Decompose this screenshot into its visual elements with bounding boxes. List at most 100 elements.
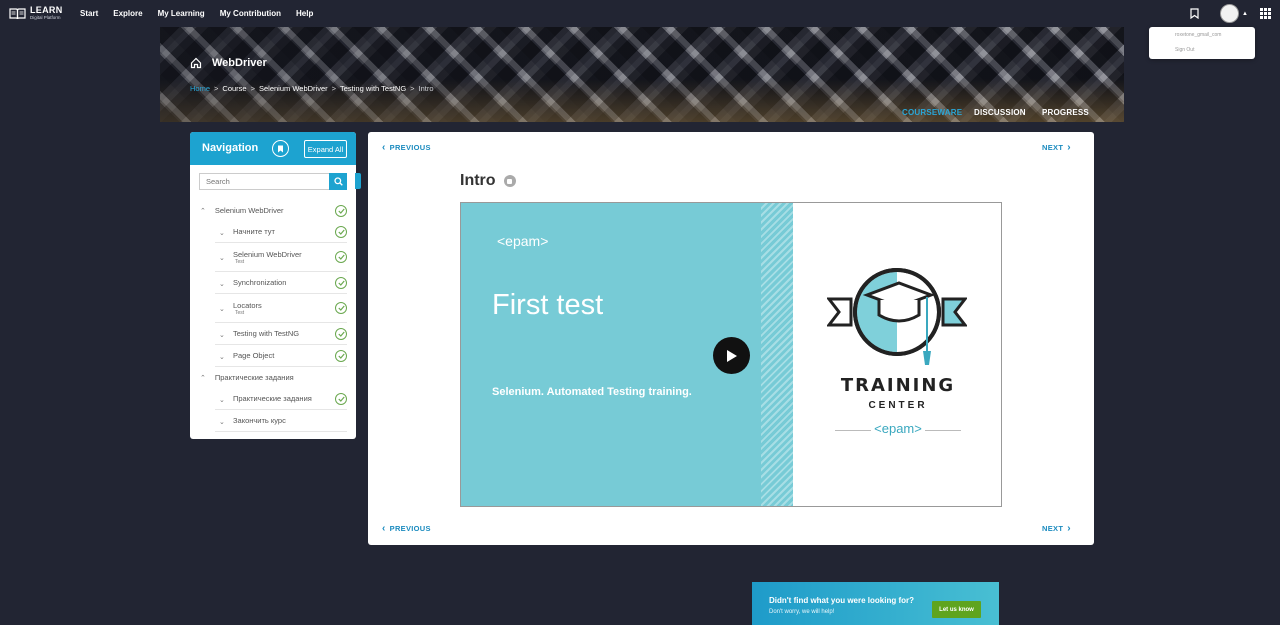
breadcrumb-selenium-webdriver[interactable]: Selenium WebDriver: [259, 84, 328, 93]
tree-item-selenium-webdriver[interactable]: ⌄ Selenium WebDriver Test: [215, 243, 347, 272]
avatar[interactable]: [1220, 4, 1240, 23]
chevron-right-icon: >: [214, 84, 219, 93]
home-icon[interactable]: [190, 57, 202, 69]
chevron-down-icon[interactable]: ⌄: [219, 330, 225, 338]
previous-label: PREVIOUS: [389, 524, 431, 533]
bookmark-icon[interactable]: [272, 140, 289, 157]
collapse-panel-handle[interactable]: [355, 173, 361, 189]
nav-explore[interactable]: Explore: [113, 9, 142, 18]
breadcrumb-home[interactable]: Home: [190, 84, 210, 93]
unit-content-card: ‹ PREVIOUS NEXT › Intro <epam> First tes…: [368, 132, 1094, 545]
previous-button-top[interactable]: ‹ PREVIOUS: [378, 142, 431, 153]
breadcrumb-course[interactable]: Course: [222, 84, 246, 93]
chevron-down-icon[interactable]: ⌄: [219, 279, 225, 287]
check-circle-icon: [335, 327, 347, 340]
item-label: Page Object: [233, 351, 275, 360]
chevron-up-icon[interactable]: ⌃: [200, 207, 206, 215]
search-input[interactable]: [199, 173, 330, 190]
chevron-left-icon: ‹: [382, 142, 386, 153]
sign-out-link[interactable]: Sign Out: [1175, 47, 1194, 53]
section-label: Практические задания: [214, 373, 294, 382]
tree-item-page-object[interactable]: ⌄ Page Object: [215, 345, 347, 367]
chevron-down-icon[interactable]: ⌄: [219, 254, 225, 262]
expand-all-button[interactable]: Expand All: [304, 140, 347, 158]
item-label: Закончить курс: [233, 416, 286, 425]
next-label: NEXT: [1042, 143, 1064, 152]
let-us-know-button[interactable]: Let us know: [932, 601, 981, 618]
check-circle-icon: [335, 204, 347, 217]
nav-start[interactable]: Start: [80, 9, 98, 18]
tab-discussion[interactable]: DISCUSSION: [974, 108, 1026, 117]
course-tree: ⌃ Selenium WebDriver ⌄ Начните тут ⌄ Sel…: [190, 200, 356, 432]
chevron-down-icon[interactable]: ⌄: [219, 395, 225, 403]
nav-help[interactable]: Help: [296, 9, 313, 18]
breadcrumb-intro: Intro: [418, 84, 434, 93]
check-circle-icon: [335, 302, 347, 314]
item-label: Начните тут: [233, 227, 275, 236]
check-circle-icon: [335, 225, 347, 238]
chevron-down-icon[interactable]: ▲: [1242, 11, 1248, 17]
apps-grid-icon[interactable]: [1260, 8, 1271, 19]
chevron-up-icon[interactable]: ⌃: [200, 374, 206, 382]
section-label: Selenium WebDriver: [214, 206, 284, 215]
section-selenium-webdriver[interactable]: ⌃ Selenium WebDriver: [190, 200, 356, 221]
training-text: TRAINING: [840, 375, 956, 396]
learn-logo[interactable]: LEARN Digital Platform: [9, 6, 75, 21]
tree-item-practical-tasks[interactable]: ⌄ Практические задания: [215, 388, 347, 410]
user-dropdown-menu: roxetone_gmail_com Sign Out: [1149, 27, 1255, 59]
check-circle-icon: [335, 392, 347, 405]
logo-subtitle: Digital Platform: [30, 15, 61, 21]
course-title: WebDriver: [212, 57, 267, 69]
next-label: NEXT: [1042, 524, 1064, 533]
stop-icon: [503, 175, 516, 187]
search-icon[interactable]: [329, 173, 347, 190]
tree-item-start-here[interactable]: ⌄ Начните тут: [215, 221, 347, 243]
breadcrumb-testing-with-testng[interactable]: Testing with TestNG: [340, 84, 406, 93]
next-button-bottom[interactable]: NEXT ›: [1042, 523, 1075, 534]
nav-my-learning[interactable]: My Learning: [158, 9, 205, 18]
top-navigation-bar: LEARN Digital Platform Start Explore My …: [0, 0, 1280, 27]
tree-item-synchronization[interactable]: ⌄ Synchronization: [215, 272, 347, 294]
chevron-down-icon[interactable]: ⌄: [219, 305, 225, 313]
item-sublabel: Test: [235, 258, 245, 265]
item-label: Практические задания: [233, 394, 312, 403]
video-title: First test: [492, 289, 604, 321]
item-label: Synchronization: [233, 278, 287, 287]
navigation-header: Navigation Expand All: [190, 132, 356, 165]
play-button[interactable]: [713, 337, 750, 374]
item-sublabel: Test: [235, 309, 245, 316]
chevron-down-icon[interactable]: ⌄: [219, 228, 225, 236]
tree-item-testing-with-testng[interactable]: ⌄ Testing with TestNG: [215, 323, 347, 345]
book-icon: [9, 7, 26, 19]
chevron-down-icon[interactable]: ⌄: [219, 417, 225, 425]
user-email: roxetone_gmail_com: [1175, 32, 1222, 38]
unit-title: Intro: [460, 172, 516, 190]
breadcrumb: Home > Course > Selenium WebDriver > Tes…: [190, 84, 434, 93]
video-stripes: [761, 203, 793, 506]
tab-courseware[interactable]: COURSEWARE: [902, 108, 962, 117]
tree-item-locators[interactable]: ⌄ Locators Test: [215, 294, 347, 323]
check-circle-icon: [335, 276, 347, 289]
item-label: Selenium WebDriver: [233, 249, 302, 259]
divider: [925, 430, 961, 431]
logo-title: LEARN: [30, 5, 63, 16]
chevron-right-icon: >: [331, 84, 337, 93]
course-banner: WebDriver Home > Course > Selenium WebDr…: [160, 27, 1124, 122]
nav-my-contribution[interactable]: My Contribution: [220, 9, 281, 18]
section-practical-tasks[interactable]: ⌃ Практические задания: [190, 367, 356, 388]
epam-logo: <epam>: [874, 421, 922, 436]
next-button-top[interactable]: NEXT ›: [1042, 142, 1075, 153]
previous-button-bottom[interactable]: ‹ PREVIOUS: [378, 523, 431, 534]
tab-progress[interactable]: PROGRESS: [1042, 108, 1089, 117]
chevron-right-icon: ›: [1067, 142, 1071, 153]
graduation-cap-emblem-icon: [827, 268, 967, 365]
chevron-down-icon[interactable]: ⌄: [219, 352, 225, 360]
epam-logo: <epam>: [497, 233, 549, 249]
item-label: Testing with TestNG: [233, 329, 300, 338]
course-navigation-panel: Navigation Expand All ⌃ Selenium WebDriv…: [190, 132, 361, 439]
bookmark-icon[interactable]: [1190, 8, 1199, 19]
video-player[interactable]: <epam> First test Selenium. Automated Te…: [460, 202, 1002, 507]
center-text: CENTER: [868, 400, 928, 411]
feedback-subtitle: Don't worry, we will help!: [769, 609, 835, 615]
tree-item-finish-course[interactable]: ⌄ Закончить курс: [215, 410, 347, 432]
